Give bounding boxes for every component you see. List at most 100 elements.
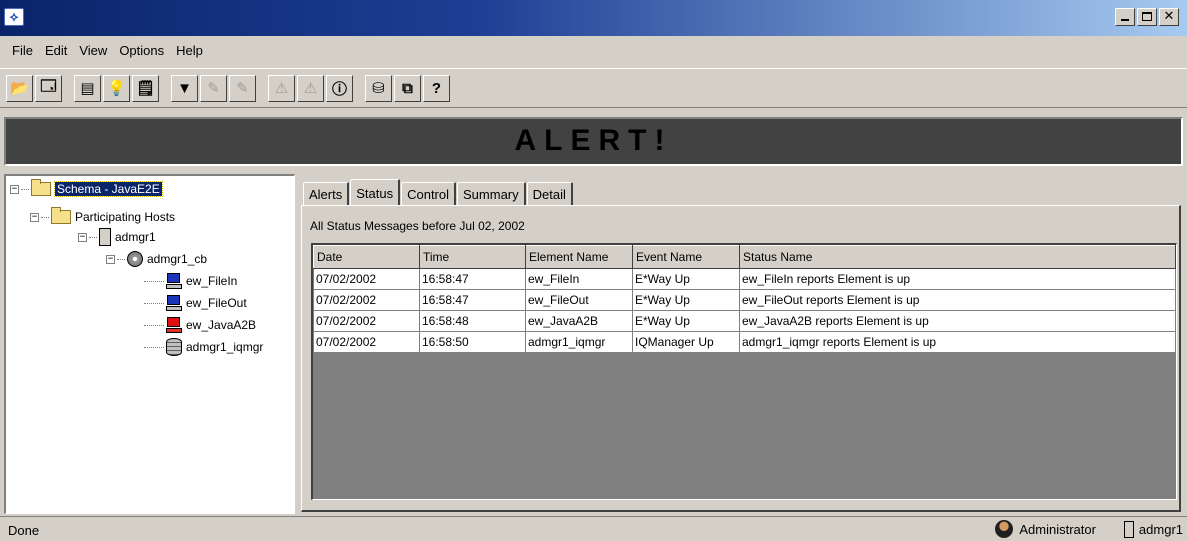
- open-folder-icon: 📂: [10, 80, 29, 97]
- column-header-time[interactable]: Time: [419, 245, 526, 269]
- tab-alerts[interactable]: Alerts: [303, 182, 350, 205]
- cell-date: 07/02/2002: [313, 310, 420, 332]
- tree-label-element: ew_JavaA2B: [186, 318, 257, 332]
- table-row[interactable]: 07/02/2002 16:58:50 admgr1_iqmgr IQManag…: [313, 331, 1176, 353]
- properties-button[interactable]: 🗔: [35, 74, 62, 102]
- table-row[interactable]: 07/02/2002 16:58:48 ew_JavaA2B E*Way Up …: [313, 310, 1176, 332]
- tab-detail[interactable]: Detail: [526, 182, 573, 205]
- tree-node-participating-hosts[interactable]: − Participating Hosts: [30, 207, 175, 226]
- tree-node-host[interactable]: − admgr1: [78, 228, 156, 246]
- app-icon[interactable]: ⟡: [4, 8, 24, 26]
- detail-panel: Alerts Status Control Summary Detail All…: [299, 174, 1183, 514]
- status-caption: All Status Messages before Jul 02, 2002: [310, 219, 525, 233]
- warning-button[interactable]: ⚠: [268, 74, 295, 102]
- tree-label-schema: Schema - JavaE2E: [54, 181, 163, 197]
- document-icon: ▤: [80, 80, 95, 97]
- menu-options[interactable]: Options: [113, 43, 170, 58]
- copy-icon: ⧉: [402, 79, 413, 97]
- menu-file[interactable]: File: [6, 43, 39, 58]
- tree-label-cb: admgr1_cb: [147, 252, 208, 266]
- folder-open-icon: [31, 179, 51, 196]
- menu-edit[interactable]: Edit: [39, 43, 73, 58]
- cell-date: 07/02/2002: [313, 289, 420, 311]
- cell-date: 07/02/2002: [313, 331, 420, 353]
- collapse-icon[interactable]: −: [78, 232, 87, 242]
- tree-node-element[interactable]: ew_FileIn: [144, 272, 237, 290]
- database-button[interactable]: ⛁: [365, 74, 392, 102]
- close-button[interactable]: ✕: [1159, 8, 1179, 26]
- clear-filter-button[interactable]: ✎: [200, 74, 227, 102]
- tab-control[interactable]: Control: [401, 182, 457, 205]
- cell-status-name: ew_JavaA2B reports Element is up: [739, 310, 1176, 332]
- open-folder-button[interactable]: 📂: [6, 74, 33, 102]
- cell-element-name: ew_JavaA2B: [525, 310, 633, 332]
- clear-filter-all-icon: ✎: [236, 80, 249, 97]
- cell-event-name: E*Way Up: [632, 268, 740, 290]
- info-button[interactable]: ⓘ: [326, 74, 353, 102]
- tree-node-control-broker[interactable]: − admgr1_cb: [106, 250, 207, 268]
- copy-button[interactable]: ⧉: [394, 74, 421, 102]
- filter-icon: ▼: [177, 79, 192, 97]
- cell-element-name: ew_FileIn: [525, 268, 633, 290]
- cell-date: 07/02/2002: [313, 268, 420, 290]
- notes-button[interactable]: 🗒: [132, 74, 159, 102]
- tree-label-element: admgr1_iqmgr: [186, 340, 264, 354]
- control-broker-icon: [127, 251, 143, 267]
- menu-help[interactable]: Help: [170, 43, 209, 58]
- window-controls: ✕: [1113, 8, 1179, 26]
- tab-strip: Alerts Status Control Summary Detail: [303, 178, 574, 206]
- tree-label-host: admgr1: [115, 230, 156, 244]
- title-bar[interactable]: ⟡ ✕: [0, 0, 1187, 36]
- folder-icon: [51, 207, 71, 224]
- table-row[interactable]: 07/02/2002 16:58:47 ew_FileIn E*Way Up e…: [313, 268, 1176, 290]
- table-row[interactable]: 07/02/2002 16:58:47 ew_FileOut E*Way Up …: [313, 289, 1176, 311]
- cell-element-name: ew_FileOut: [525, 289, 633, 311]
- minimize-button[interactable]: [1115, 8, 1135, 26]
- column-header-event-name[interactable]: Event Name: [632, 245, 740, 269]
- tree-label-element: ew_FileIn: [186, 274, 238, 288]
- collapse-icon[interactable]: −: [30, 212, 39, 222]
- clear-filter-all-button[interactable]: ✎: [229, 74, 256, 102]
- column-header-element-name[interactable]: Element Name: [525, 245, 633, 269]
- warning-all-button[interactable]: ⚠: [297, 74, 324, 102]
- status-user-info: Administrator admgr1: [995, 520, 1183, 538]
- column-header-status-name[interactable]: Status Name: [739, 245, 1176, 269]
- tree-node-element[interactable]: admgr1_iqmgr: [144, 338, 263, 356]
- filter-button[interactable]: ▼: [171, 74, 198, 102]
- collapse-icon[interactable]: −: [106, 254, 115, 264]
- status-table: Date Time Element Name Event Name Status…: [313, 245, 1176, 353]
- lightbulb-button[interactable]: 💡: [103, 74, 130, 102]
- document-button[interactable]: ▤: [74, 74, 101, 102]
- tree-node-element[interactable]: ew_FileOut: [144, 294, 247, 312]
- cell-time: 16:58:47: [419, 289, 526, 311]
- cell-event-name: IQManager Up: [632, 331, 740, 353]
- tab-summary[interactable]: Summary: [457, 182, 526, 205]
- eway-icon: [166, 294, 182, 312]
- toolbar: 📂 🗔 ▤ 💡 🗒 ▼ ✎ ✎ ⚠ ⚠ ⓘ ⛁ ⧉?: [0, 68, 1187, 108]
- status-host: admgr1: [1138, 521, 1183, 537]
- eway-alert-icon: [166, 316, 182, 334]
- iq-manager-icon: [166, 338, 182, 356]
- help-button[interactable]: ?: [423, 74, 450, 102]
- info-icon: ⓘ: [331, 80, 347, 98]
- toolbar-group: ⚠ ⚠ ⓘ: [268, 74, 355, 102]
- help-icon: ?: [431, 79, 442, 97]
- status-table-container[interactable]: Date Time Element Name Event Name Status…: [311, 243, 1177, 500]
- menu-view[interactable]: View: [73, 43, 113, 58]
- status-bar: Done Administrator admgr1: [0, 516, 1187, 541]
- cell-status-name: admgr1_iqmgr reports Element is up: [739, 331, 1176, 353]
- column-header-date[interactable]: Date: [313, 245, 420, 269]
- warning-icon: ⚠: [274, 80, 289, 97]
- maximize-button[interactable]: [1137, 8, 1157, 26]
- cell-event-name: E*Way Up: [632, 310, 740, 332]
- status-text: Done: [8, 523, 40, 538]
- status-user: Administrator: [1019, 521, 1096, 537]
- cell-time: 16:58:48: [419, 310, 526, 332]
- cell-status-name: ew_FileIn reports Element is up: [739, 268, 1176, 290]
- server-icon: [99, 228, 111, 246]
- tab-status[interactable]: Status: [350, 179, 401, 206]
- schema-tree[interactable]: − Schema - JavaE2E − Participating Hosts…: [4, 174, 295, 514]
- tree-node-schema[interactable]: − Schema - JavaE2E: [10, 179, 163, 198]
- tree-node-element[interactable]: ew_JavaA2B: [144, 316, 256, 334]
- collapse-icon[interactable]: −: [10, 184, 19, 194]
